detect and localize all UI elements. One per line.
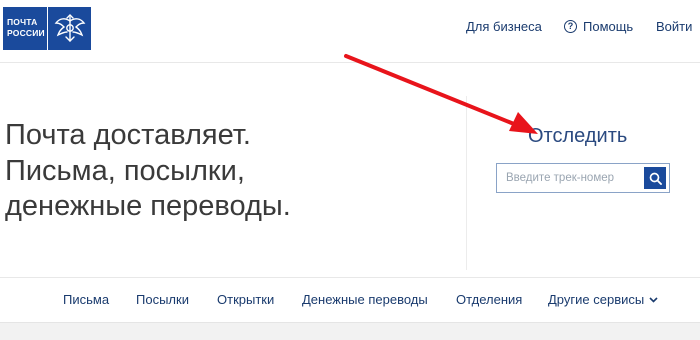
logo-line-1: ПОЧТА (7, 17, 38, 27)
question-circle-icon: ? (564, 20, 577, 33)
tracking-title: Отследить (528, 125, 628, 147)
nav-postcards[interactable]: Открытки (217, 292, 274, 307)
logo-wordmark: ПОЧТА РОССИИ (3, 7, 47, 50)
site-header: ПОЧТА РОССИИ Для бизнеса ? Помощь Войти (0, 0, 700, 63)
hero-line-1: Почта доставляет. (5, 119, 251, 151)
help-link[interactable]: ? Помощь (564, 19, 633, 34)
for-business-link[interactable]: Для бизнеса (466, 19, 542, 34)
services-navigation: Письма Посылки Открытки Денежные перевод… (0, 292, 700, 310)
nav-letters[interactable]: Письма (63, 292, 109, 307)
nav-other-services[interactable]: Другие сервисы (548, 292, 658, 307)
hero-line-2: Письма, посылки, (5, 154, 245, 187)
vertical-divider (466, 96, 467, 270)
search-icon (649, 172, 662, 185)
logo-line-2: РОССИИ (7, 28, 45, 38)
tracking-search-button[interactable] (644, 167, 666, 189)
login-link[interactable]: Войти (656, 19, 692, 34)
nav-parcels[interactable]: Посылки (136, 292, 189, 307)
help-label: Помощь (583, 19, 634, 34)
nav-money-transfers[interactable]: Денежные переводы (302, 292, 428, 307)
tracking-number-input[interactable] (497, 164, 643, 192)
section-divider (0, 277, 700, 278)
hero-line-3: денежные переводы. (5, 190, 291, 222)
pochta-rossii-logo[interactable]: ПОЧТА РОССИИ (3, 7, 91, 50)
nav-other-services-label: Другие сервисы (548, 292, 645, 307)
nav-offices[interactable]: Отделения (456, 292, 522, 307)
tracking-form (496, 163, 670, 193)
eagle-emblem-icon (47, 7, 91, 50)
chevron-down-icon (649, 296, 658, 303)
hero-headline: Почта доставляет. Письма, посылки, денеж… (5, 118, 291, 225)
footer-strip (0, 322, 700, 340)
